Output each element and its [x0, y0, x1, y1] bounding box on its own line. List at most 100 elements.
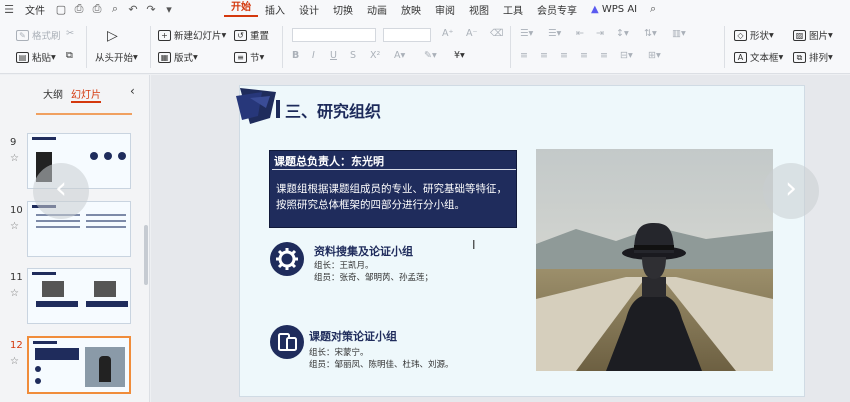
save-icon[interactable]: ⎙ [70, 2, 88, 16]
smartart-icon[interactable]: ⊞▾ [648, 50, 661, 61]
slide-thumbnail-12[interactable] [27, 336, 131, 394]
outdent-icon[interactable]: ⇥ [596, 28, 604, 39]
arrange-button[interactable]: ⧉ 排列 ▾ [793, 50, 833, 64]
slide-number: 11 [10, 272, 23, 283]
tab-member[interactable]: 会员专享 [530, 2, 584, 17]
align-center-icon[interactable]: ≡ [540, 50, 548, 61]
italic-icon[interactable]: I [312, 50, 315, 61]
group1-leader: 组长：王凯月。 [314, 261, 374, 271]
tab-home[interactable]: 开始 [224, 1, 258, 17]
lead-text: 课题组根据课题组成员的专业、研究基础等特征，按照研究总体框架的四部分进行分小组。 [276, 183, 507, 211]
slide-title[interactable]: 三、研究组织 [285, 98, 381, 122]
decrease-font-icon[interactable]: A⁻ [466, 28, 478, 39]
font-size-select[interactable] [383, 28, 431, 42]
star-icon[interactable]: ☆ [10, 153, 19, 164]
redo-icon[interactable]: ↷ [142, 3, 160, 16]
reset-icon: ↺ [234, 29, 247, 41]
bold-icon[interactable]: B [292, 50, 299, 61]
layout-button[interactable]: ▦ 版式 ▾ [158, 50, 198, 64]
more-icon[interactable]: ▾ [160, 3, 178, 16]
picture-button[interactable]: ▨ 图片 ▾ [793, 28, 833, 42]
search-icon[interactable]: ⌕ [644, 2, 662, 16]
hamburger-icon[interactable]: ☰ [0, 3, 18, 16]
menu-file[interactable]: 文件 [18, 2, 52, 17]
distribute-icon[interactable]: ≡ [600, 50, 608, 61]
lead-title: 课题总负责人：东光明 [274, 155, 384, 168]
slide-number: 12 [10, 340, 23, 351]
valign-icon[interactable]: ⊟▾ [620, 50, 633, 61]
lead-box[interactable]: 课题总负责人：东光明 课题组根据课题组成员的专业、研究基础等特征，按照研究总体框… [269, 150, 517, 228]
clear-format-icon[interactable]: ⌫ [490, 28, 503, 39]
new-slide-button[interactable]: + 新建幻灯片 ▾ [158, 28, 226, 42]
highlight-icon[interactable]: ✎▾ [424, 50, 437, 61]
copy-icon[interactable]: ⧉ [66, 50, 73, 61]
star-icon[interactable]: ☆ [10, 288, 19, 299]
ribbon-toolbar: ✎ 格式刷 ✂ ▤ 粘贴 ▾ ⧉ ▷ 从头开始 ▾ + 新建幻灯片 ▾ ▦ 版式 ▾ ↺ 重置 ≡… [0, 18, 850, 74]
strikethrough-icon[interactable]: S [350, 50, 356, 61]
section-icon: ≡ [234, 51, 247, 63]
section-button[interactable]: ≡ 节 ▾ [234, 50, 264, 64]
text-direction-icon[interactable]: ⇅▾ [644, 28, 657, 39]
reset-button[interactable]: ↺ 重置 [234, 28, 269, 42]
shape-icon: ◇ [734, 29, 747, 41]
print-preview-icon[interactable]: ⌕ [106, 2, 124, 16]
tab-review[interactable]: 审阅 [428, 2, 462, 17]
align-right-icon[interactable]: ≡ [560, 50, 568, 61]
char-spacing-icon[interactable]: ¥▾ [454, 50, 465, 61]
indent-icon[interactable]: ⇤ [576, 28, 584, 39]
superscript-icon[interactable]: X² [370, 50, 380, 61]
panel-tabs: 大纲 幻灯片 ‹ [0, 83, 150, 103]
tab-view[interactable]: 视图 [462, 2, 496, 17]
underline-icon[interactable]: U [330, 50, 337, 61]
line-spacing-icon[interactable]: ↕▾ [616, 28, 629, 39]
tab-transition[interactable]: 切换 [326, 2, 360, 17]
justify-icon[interactable]: ≡ [580, 50, 588, 61]
tab-animation[interactable]: 动画 [360, 2, 394, 17]
gear-icon [270, 242, 304, 276]
panel-scrollbar[interactable] [144, 225, 148, 285]
increase-font-icon[interactable]: A⁺ [442, 28, 454, 39]
star-icon[interactable]: ☆ [10, 356, 19, 367]
cut-icon[interactable]: ✂ [66, 28, 74, 39]
font-name-select[interactable] [292, 28, 376, 42]
tab-slideshow[interactable]: 放映 [394, 2, 428, 17]
new-doc-icon[interactable]: ▢ [52, 3, 70, 16]
play-from-start-button[interactable]: 从头开始 ▾ [95, 50, 138, 65]
slide-number: 9 [10, 137, 17, 148]
layout-icon: ▦ [158, 51, 171, 63]
number-list-icon[interactable]: ☰▾ [548, 28, 561, 39]
columns-icon[interactable]: ▥▾ [672, 28, 686, 39]
font-color-icon[interactable]: A▾ [394, 50, 405, 61]
prev-slide-button[interactable]: ‹ [33, 163, 89, 219]
undo-icon[interactable]: ↶ [124, 3, 142, 16]
slide-thumbnail-11[interactable] [27, 268, 131, 324]
text-cursor-icon: Ⅰ [472, 238, 476, 252]
align-left-icon[interactable]: ≡ [520, 50, 528, 61]
lead-divider [272, 169, 516, 170]
tab-tools[interactable]: 工具 [496, 2, 530, 17]
new-slide-icon: + [158, 29, 171, 41]
format-painter-icon: ✎ [16, 29, 29, 41]
play-icon[interactable]: ▷ [107, 28, 118, 44]
bullet-list-icon[interactable]: ☰▾ [520, 28, 533, 39]
tab-insert[interactable]: 插入 [258, 2, 292, 17]
paste-button[interactable]: ▤ 粘贴 ▾ [16, 50, 56, 64]
man-in-hat-photo[interactable] [536, 149, 773, 371]
textbox-button[interactable]: A 文本框 ▾ [734, 50, 783, 64]
print-icon[interactable]: ⎙ [88, 2, 106, 16]
title-accent-bar [276, 100, 280, 118]
group2-title: 课题对策论证小组 [309, 330, 397, 343]
shape-button[interactable]: ◇ 形状 ▾ [734, 28, 774, 42]
wps-ai-button[interactable]: ▲ WPS AI [584, 4, 644, 15]
title-flag-icon [236, 88, 276, 124]
collapse-panel-icon[interactable]: ‹ [130, 84, 135, 98]
format-painter-button[interactable]: ✎ 格式刷 [16, 28, 61, 42]
tab-slides[interactable]: 幻灯片 [71, 86, 101, 103]
devices-icon [270, 325, 304, 359]
tab-design[interactable]: 设计 [292, 2, 326, 17]
next-slide-button[interactable]: › [763, 163, 819, 219]
picture-icon: ▨ [793, 29, 806, 41]
star-icon[interactable]: ☆ [10, 221, 19, 232]
chevron-right-icon: › [785, 171, 797, 206]
tab-outline[interactable]: 大纲 [43, 86, 63, 101]
